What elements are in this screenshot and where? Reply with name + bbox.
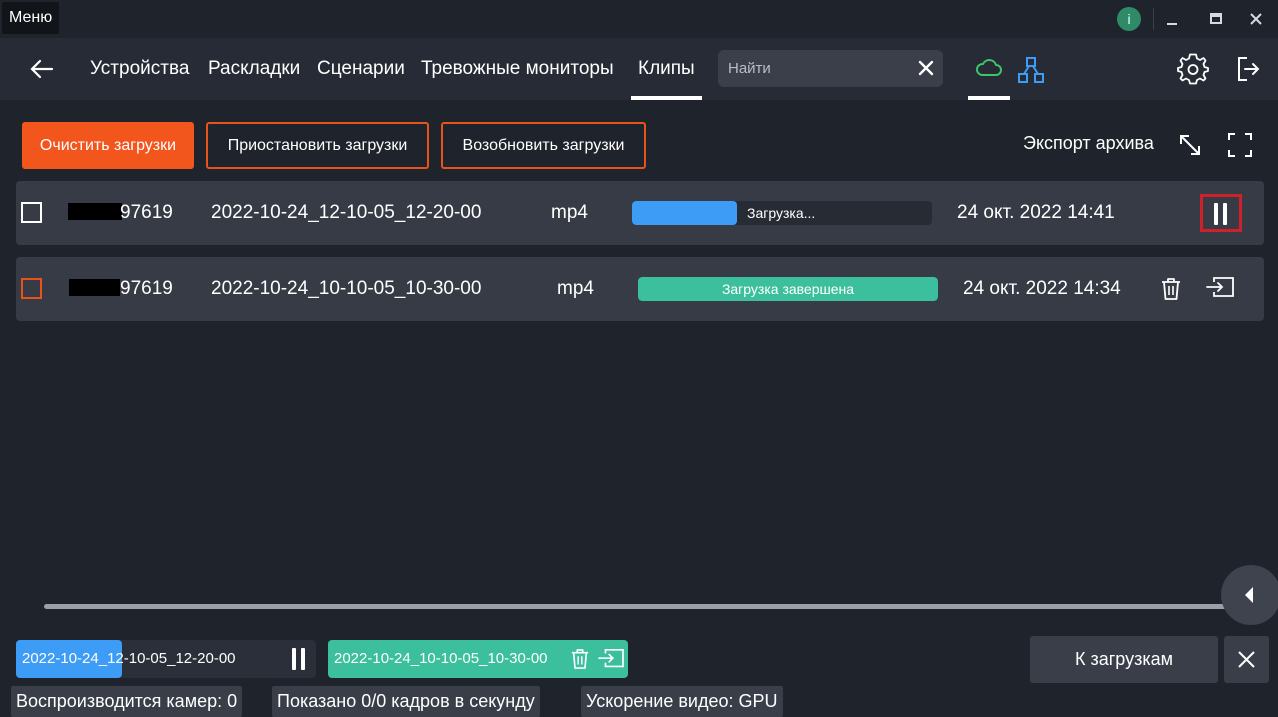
download-progress: Загрузка...	[632, 201, 932, 225]
close-icon	[1250, 13, 1262, 25]
clip-date: 24 окт. 2022 14:41	[957, 202, 1115, 223]
tab-scenarios[interactable]: Сценарии	[317, 38, 405, 100]
maximize-button[interactable]	[1204, 6, 1228, 32]
nav-bar: Устройства Раскладки Сценарии Тревожные …	[0, 38, 1278, 100]
tab-layouts[interactable]: Раскладки	[208, 38, 300, 100]
download-progress: Загрузка завершена	[638, 277, 938, 301]
to-downloads-button[interactable]: К загрузкам	[1030, 636, 1218, 683]
pause-downloads-button[interactable]: Приостановить загрузки	[206, 122, 429, 169]
cloud-icon	[976, 59, 1002, 76]
clip-format: mp4	[557, 278, 594, 299]
minimize-button[interactable]	[1160, 6, 1184, 32]
logout-icon	[1238, 57, 1260, 81]
row-checkbox[interactable]	[21, 278, 42, 299]
back-arrow-icon	[30, 59, 54, 79]
tab-cloud[interactable]	[968, 38, 1010, 100]
tab-devices[interactable]: Устройства	[90, 38, 189, 100]
progress-status: Загрузка завершена	[721, 281, 855, 297]
search-input[interactable]	[728, 50, 908, 87]
trash-icon	[1162, 278, 1180, 300]
clip-name: 2022-10-24_12-10-05_12-20-00	[211, 202, 482, 223]
title-bar: Меню i	[0, 0, 1278, 38]
progress-fill	[632, 201, 737, 225]
chip-label: 2022-10-24_12-10-05_12-20-00	[22, 650, 236, 667]
menu-button[interactable]: Меню	[2, 2, 60, 34]
export-archive-button[interactable]: Экспорт архива	[1023, 133, 1154, 154]
clip-format: mp4	[551, 202, 588, 223]
export-icon	[1180, 135, 1200, 155]
open-clip-button[interactable]	[1206, 276, 1234, 302]
table-row: 97619 2022-10-24_12-10-05_12-20-00 mp4 З…	[16, 181, 1264, 245]
search-clear-button[interactable]	[916, 58, 936, 78]
clip-name: 2022-10-24_10-10-05_10-30-00	[211, 278, 482, 299]
maximize-icon	[1210, 13, 1222, 24]
status-cameras-playing: Воспроизводится камер: 0	[11, 686, 243, 717]
close-icon	[1238, 651, 1255, 668]
pause-download-button[interactable]	[1200, 194, 1242, 232]
download-chip[interactable]: 2022-10-24_12-10-05_12-20-00	[16, 640, 316, 678]
close-downloads-panel-button[interactable]	[1224, 636, 1269, 683]
settings-button[interactable]	[1177, 53, 1209, 85]
back-button[interactable]	[28, 56, 56, 82]
window-controls-divider	[1153, 8, 1154, 30]
close-icon	[918, 60, 934, 76]
tab-alarm-monitors[interactable]: Тревожные мониторы	[421, 38, 614, 100]
logout-button[interactable]	[1235, 55, 1261, 83]
trash-icon	[571, 649, 589, 669]
clear-downloads-button[interactable]: Очистить загрузки	[22, 122, 194, 169]
progress-status: Загрузка...	[747, 205, 816, 221]
chevron-left-icon	[1245, 587, 1253, 603]
table-row: 97619 2022-10-24_10-10-05_10-30-00 mp4 З…	[16, 257, 1264, 321]
export-archive-icon-button[interactable]	[1178, 133, 1202, 157]
chip-label: 2022-10-24_10-10-05_10-30-00	[334, 650, 548, 667]
download-chip[interactable]: 2022-10-24_10-10-05_10-30-00	[328, 640, 628, 678]
open-in-player-icon	[598, 649, 624, 668]
minimize-icon	[1167, 23, 1177, 25]
redacted-camera-prefix	[68, 203, 122, 220]
pause-icon	[1214, 203, 1227, 225]
pause-icon	[292, 648, 305, 670]
search-box	[718, 50, 943, 87]
camera-id: 97619	[120, 278, 173, 299]
window-close-button[interactable]	[1244, 6, 1268, 32]
network-icon	[1018, 57, 1044, 83]
status-fps: Показано 0/0 кадров в секунду	[272, 686, 540, 717]
tab-network[interactable]	[1016, 55, 1046, 85]
gear-icon	[1177, 53, 1209, 85]
horizontal-scrollbar[interactable]	[44, 604, 1234, 609]
status-video-acceleration: Ускорение видео: GPU	[581, 686, 783, 717]
redacted-camera-prefix	[69, 279, 120, 296]
delete-clip-button[interactable]	[1160, 277, 1182, 301]
info-icon[interactable]: i	[1117, 7, 1141, 31]
fullscreen-icon	[1228, 133, 1252, 157]
resume-downloads-button[interactable]: Возобновить загрузки	[441, 122, 646, 169]
side-panel-toggle[interactable]	[1221, 565, 1278, 625]
clip-date: 24 окт. 2022 14:34	[963, 278, 1121, 299]
camera-id: 97619	[120, 202, 173, 223]
tab-clips[interactable]: Клипы	[631, 38, 702, 100]
fullscreen-button[interactable]	[1227, 132, 1253, 158]
open-in-player-icon	[1206, 277, 1234, 297]
row-checkbox[interactable]	[21, 202, 42, 223]
